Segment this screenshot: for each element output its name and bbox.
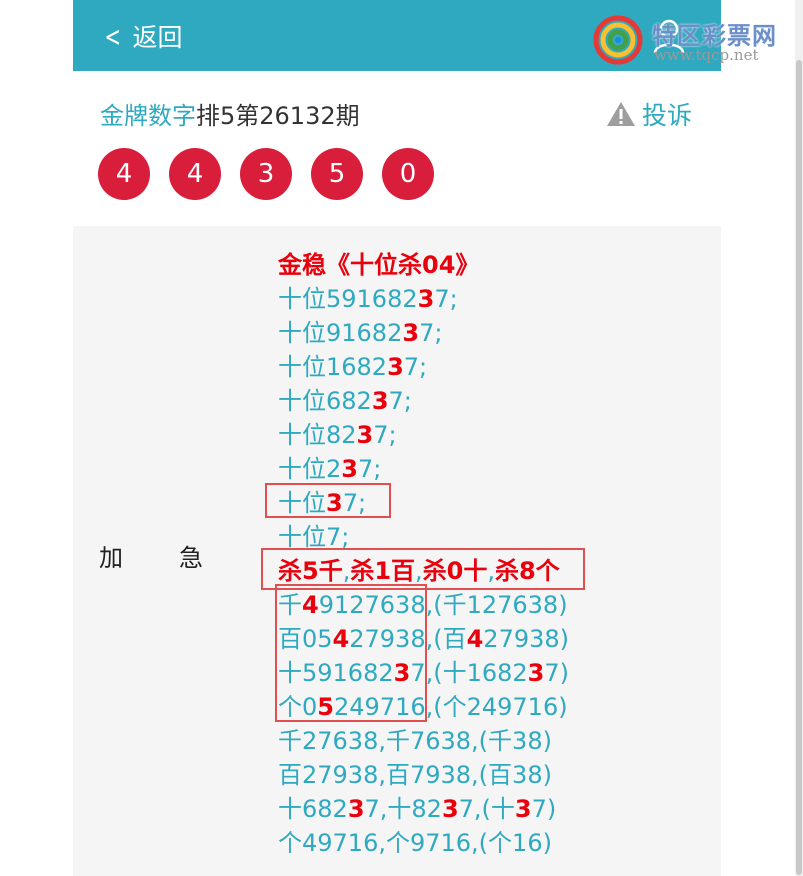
number-ball: 4: [169, 148, 221, 200]
prediction-line: 十位9168237;: [278, 316, 569, 350]
highlight-segment: 3: [341, 455, 358, 483]
line-segment: 7): [531, 795, 557, 823]
line-segment: 百27938,百7938,(百38): [278, 761, 552, 789]
prediction-line: 十位8237;: [278, 418, 569, 452]
highlight-segment: 3: [371, 387, 389, 415]
highlight-segment: 3: [356, 421, 374, 449]
prediction-line: 千27638,千7638,(千38): [278, 724, 569, 758]
highlight-segment: 3: [402, 319, 420, 347]
prediction-line: 十68237,十8237,(十37): [278, 792, 569, 826]
chevron-left-icon: <: [104, 19, 121, 53]
line-segment: 7;: [403, 353, 428, 381]
line-segment: 十位591682: [278, 285, 418, 313]
page-title: 金牌数字排5第26132期: [100, 96, 360, 131]
line-segment: 7;: [388, 387, 412, 415]
title-brand-link[interactable]: 金牌数字: [100, 102, 196, 130]
line-segment: 十位82: [278, 421, 357, 449]
number-ball: 5: [311, 148, 363, 200]
line-segment: 27938): [483, 625, 570, 653]
line-segment: 7,十82: [364, 795, 442, 823]
scrollbar[interactable]: [795, 0, 803, 876]
site-logo: 特区彩票网 www.tqcp.net: [592, 12, 802, 68]
line-segment: 十位1682: [278, 353, 388, 381]
line-segment: 7;: [419, 319, 443, 347]
line-segment: 十位2: [278, 455, 342, 483]
line-segment: 7,(十1682: [410, 659, 528, 687]
number-ball: 3: [240, 148, 292, 200]
prediction-line: 十位237;: [278, 452, 569, 486]
title-issue: 排5第26132期: [196, 102, 360, 130]
highlight-segment: 4: [466, 625, 484, 653]
line-segment: 十位682: [278, 387, 372, 415]
line-segment: 7,(十: [458, 795, 515, 823]
line-segment: 十682: [278, 795, 348, 823]
prediction-line: 十位168237;: [278, 350, 569, 384]
line-segment: 7;: [357, 455, 382, 483]
highlight-box-tens: [265, 483, 391, 518]
highlight-segment: 3: [347, 795, 365, 823]
highlight-segment: 3: [387, 353, 404, 381]
prediction-line: 个49716,个9716,(个16): [278, 826, 569, 860]
highlight-segment: 3: [417, 285, 435, 313]
draw-numbers: 4 4 3 5 0: [98, 148, 453, 200]
line-segment: 千27638,千7638,(千38): [278, 727, 552, 755]
complain-label: 投诉: [642, 101, 693, 130]
urgent-label-a: 加: [99, 544, 123, 572]
prediction-line: 十位59168237;: [278, 282, 569, 316]
back-button[interactable]: < 返回: [101, 18, 183, 54]
logo-swirl-icon: [593, 15, 643, 65]
prediction-heading: 金稳《十位杀04》: [278, 251, 480, 279]
highlight-box-digits: [275, 584, 427, 722]
line-segment: 十位7;: [278, 523, 350, 551]
number-ball: 0: [382, 148, 434, 200]
line-segment: 7;: [434, 285, 458, 313]
prediction-panel: 加急 金稳《十位杀04》 十位59168237; 十位9168237; 十位1682…: [73, 226, 721, 876]
highlight-segment: 3: [441, 795, 459, 823]
back-label: 返回: [132, 23, 183, 52]
line-segment: 个49716,个9716,(个16): [278, 829, 552, 857]
urgent-label-b: 急: [179, 544, 203, 572]
complain-button[interactable]: 投诉: [606, 96, 692, 132]
warning-icon: [607, 102, 635, 126]
highlight-segment: 3: [514, 795, 532, 823]
line-segment: 十位91682: [278, 319, 403, 347]
urgent-label: 加急: [99, 538, 203, 573]
prediction-line: 百27938,百7938,(百38): [278, 758, 569, 792]
line-segment: 7;: [373, 421, 397, 449]
highlight-segment: 3: [527, 659, 545, 687]
line-segment: 7): [544, 659, 570, 687]
logo-url: www.tqcp.net: [654, 46, 759, 64]
prediction-line: 十位68237;: [278, 384, 569, 418]
scrollbar-thumb[interactable]: [796, 60, 802, 875]
number-ball: 4: [98, 148, 150, 200]
